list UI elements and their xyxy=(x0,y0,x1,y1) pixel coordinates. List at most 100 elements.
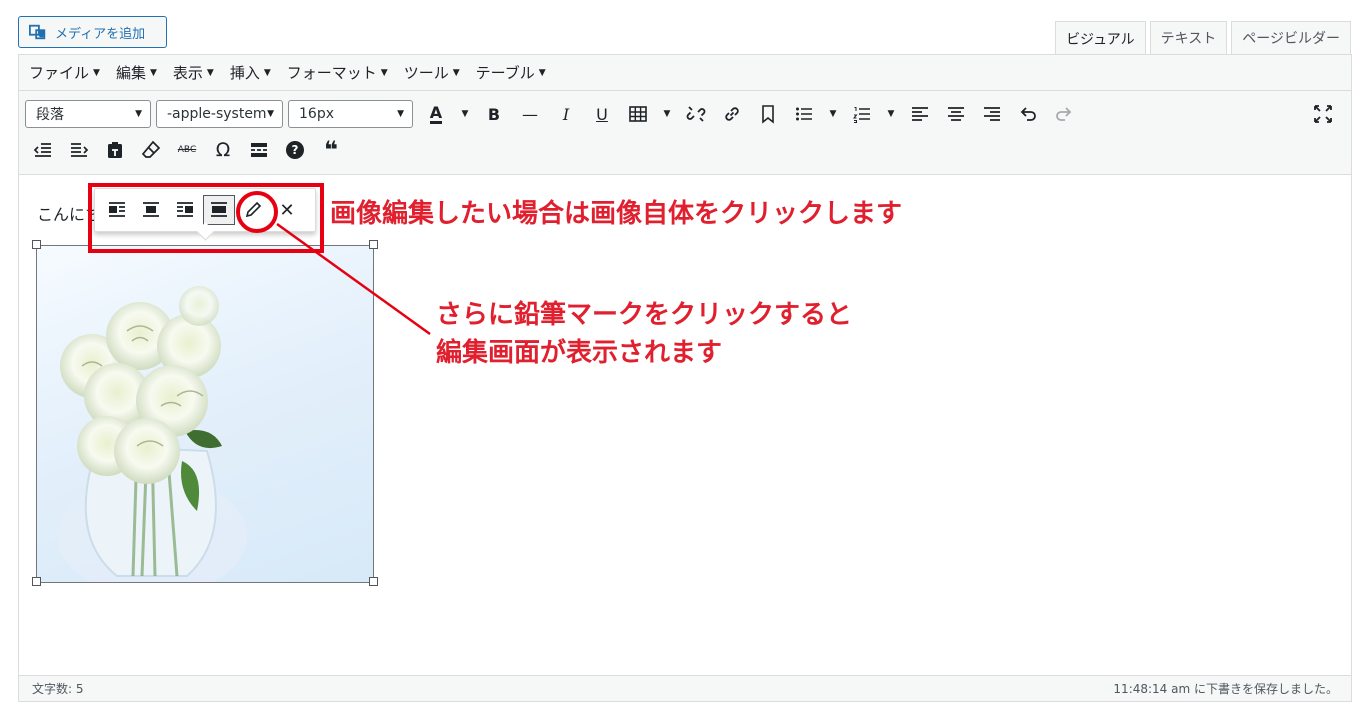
menu-table[interactable]: テーブル ▼ xyxy=(476,62,546,83)
editor-tabs: ビジュアル テキスト ページビルダー xyxy=(1055,21,1351,55)
strikethrough-button[interactable]: ABC xyxy=(169,135,205,165)
text-color-button[interactable]: A xyxy=(418,99,454,129)
paste-text-button[interactable] xyxy=(97,135,133,165)
menu-insert[interactable]: 挿入 ▼ xyxy=(230,62,271,83)
clear-formatting-button[interactable] xyxy=(133,135,169,165)
menubar: ファイル ▼ 編集 ▼ 表示 ▼ 挿入 ▼ フォーマット ▼ ツール ▼ テーブル ▼ xyxy=(19,55,1351,91)
bullet-list-dropdown[interactable]: ▼ xyxy=(822,99,844,129)
numbered-list-dropdown[interactable]: ▼ xyxy=(880,99,902,129)
bullet-list-icon xyxy=(796,107,812,121)
bookmark-icon xyxy=(762,105,774,124)
editor: ファイル ▼ 編集 ▼ 表示 ▼ 挿入 ▼ フォーマット ▼ ツール ▼ テーブル ▼ 段落 ▼… xyxy=(18,54,1352,702)
quote-icon: ❝ xyxy=(323,136,339,164)
tab-visual[interactable]: ビジュアル xyxy=(1055,21,1146,55)
clipboard-icon xyxy=(108,142,122,158)
align-right-icon xyxy=(984,107,1000,121)
rose-bouquet-image xyxy=(57,286,247,582)
undo-icon xyxy=(1020,107,1036,121)
horizontal-line-icon: — xyxy=(522,104,538,124)
italic-icon: I xyxy=(562,104,570,124)
eraser-icon xyxy=(141,140,161,158)
bold-button[interactable]: B xyxy=(476,99,512,129)
fullscreen-icon xyxy=(1314,105,1332,123)
tab-page-builder[interactable]: ページビルダー xyxy=(1231,21,1351,54)
resize-handle-top-left[interactable] xyxy=(32,240,41,249)
redo-icon xyxy=(1056,107,1072,121)
menu-format[interactable]: フォーマット ▼ xyxy=(287,62,388,83)
selected-image[interactable] xyxy=(36,245,374,583)
indent-button[interactable] xyxy=(61,135,97,165)
text-color-icon: A xyxy=(429,102,443,124)
caret-down-icon: ▼ xyxy=(149,67,157,78)
strikethrough-icon: ABC xyxy=(177,145,197,155)
caret-down-icon: ▼ xyxy=(397,109,404,119)
caret-down-icon: ▼ xyxy=(829,109,837,119)
toolbar-row-2: ABC Ω ? ❝ xyxy=(25,135,349,165)
numbered-list-button[interactable] xyxy=(844,99,880,129)
fullscreen-button[interactable] xyxy=(1305,99,1341,129)
caret-down-icon: ▼ xyxy=(538,67,546,78)
underline-button[interactable]: U xyxy=(584,99,620,129)
bold-icon: B xyxy=(487,104,501,124)
annotation-highlight-box xyxy=(88,183,324,253)
formatting-toolbar: 段落 ▼ -apple-system ▼ 16px ▼ A ▼ B — I U ▼ ▼… xyxy=(19,91,1351,175)
annotation-pencil-circle xyxy=(236,191,278,233)
annotation-callout-2-line-2: 編集画面が表示されます xyxy=(436,338,723,368)
annotation-callout-2-line-1: さらに鉛筆マークをクリックすると xyxy=(436,300,853,330)
bookmark-button[interactable] xyxy=(750,99,786,129)
undo-button[interactable] xyxy=(1010,99,1046,129)
align-center-button[interactable] xyxy=(938,99,974,129)
font-size-select[interactable]: 16px ▼ xyxy=(288,100,413,128)
unlink-icon xyxy=(686,106,706,122)
table-button[interactable] xyxy=(620,99,656,129)
autosave-status: 11:48:14 am に下書きを保存しました。 xyxy=(1113,682,1338,696)
add-media-label: メディアを追加 xyxy=(55,26,146,42)
caret-down-icon: ▼ xyxy=(206,67,214,78)
text-color-dropdown[interactable]: ▼ xyxy=(454,99,476,129)
read-more-icon xyxy=(251,143,267,157)
bullet-list-button[interactable] xyxy=(786,99,822,129)
resize-handle-top-right[interactable] xyxy=(369,240,378,249)
special-character-button[interactable]: Ω xyxy=(205,135,241,165)
horizontal-line-button[interactable]: — xyxy=(512,99,548,129)
align-right-button[interactable] xyxy=(974,99,1010,129)
align-center-icon xyxy=(948,107,964,121)
read-more-button[interactable] xyxy=(241,135,277,165)
font-family-select[interactable]: -apple-system ▼ xyxy=(156,100,283,128)
caret-down-icon: ▼ xyxy=(380,67,388,78)
menu-tools[interactable]: ツール ▼ xyxy=(404,62,460,83)
indent-icon xyxy=(71,143,89,157)
toolbar-row-1: 段落 ▼ -apple-system ▼ 16px ▼ A ▼ B — I U ▼ ▼… xyxy=(25,99,1082,129)
block-format-select[interactable]: 段落 ▼ xyxy=(25,100,151,128)
caret-down-icon: ▼ xyxy=(887,109,895,119)
caret-down-icon: ▼ xyxy=(135,109,142,119)
link-button[interactable] xyxy=(714,99,750,129)
align-left-icon xyxy=(912,107,928,121)
underline-icon: U xyxy=(596,104,608,124)
omega-icon: Ω xyxy=(215,139,231,161)
redo-button[interactable] xyxy=(1046,99,1082,129)
table-icon xyxy=(629,106,647,122)
menu-edit[interactable]: 編集 ▼ xyxy=(116,62,157,83)
blockquote-button[interactable]: ❝ xyxy=(313,135,349,165)
status-bar: 文字数: 5 11:48:14 am に下書きを保存しました。 xyxy=(19,675,1351,701)
annotation-callout-2: さらに鉛筆マークをクリックすると 編集画面が表示されます xyxy=(436,296,852,372)
menu-file[interactable]: ファイル ▼ xyxy=(29,62,100,83)
word-count: 文字数: 5 xyxy=(32,682,84,696)
media-icon xyxy=(29,24,46,40)
tab-text[interactable]: テキスト xyxy=(1149,21,1228,54)
resize-handle-bottom-right[interactable] xyxy=(369,577,378,586)
outdent-button[interactable] xyxy=(25,135,61,165)
align-left-button[interactable] xyxy=(902,99,938,129)
table-dropdown[interactable]: ▼ xyxy=(656,99,678,129)
help-button[interactable]: ? xyxy=(277,135,313,165)
italic-button[interactable]: I xyxy=(548,99,584,129)
caret-down-icon: ▼ xyxy=(263,67,271,78)
numbered-list-icon xyxy=(852,107,870,123)
caret-down-icon: ▼ xyxy=(461,109,469,119)
menu-view[interactable]: 表示 ▼ xyxy=(173,62,214,83)
add-media-button[interactable]: メディアを追加 xyxy=(18,16,167,48)
annotation-callout-1: 画像編集したい場合は画像自体をクリックします xyxy=(330,199,903,229)
resize-handle-bottom-left[interactable] xyxy=(32,577,41,586)
unlink-button[interactable] xyxy=(678,99,714,129)
